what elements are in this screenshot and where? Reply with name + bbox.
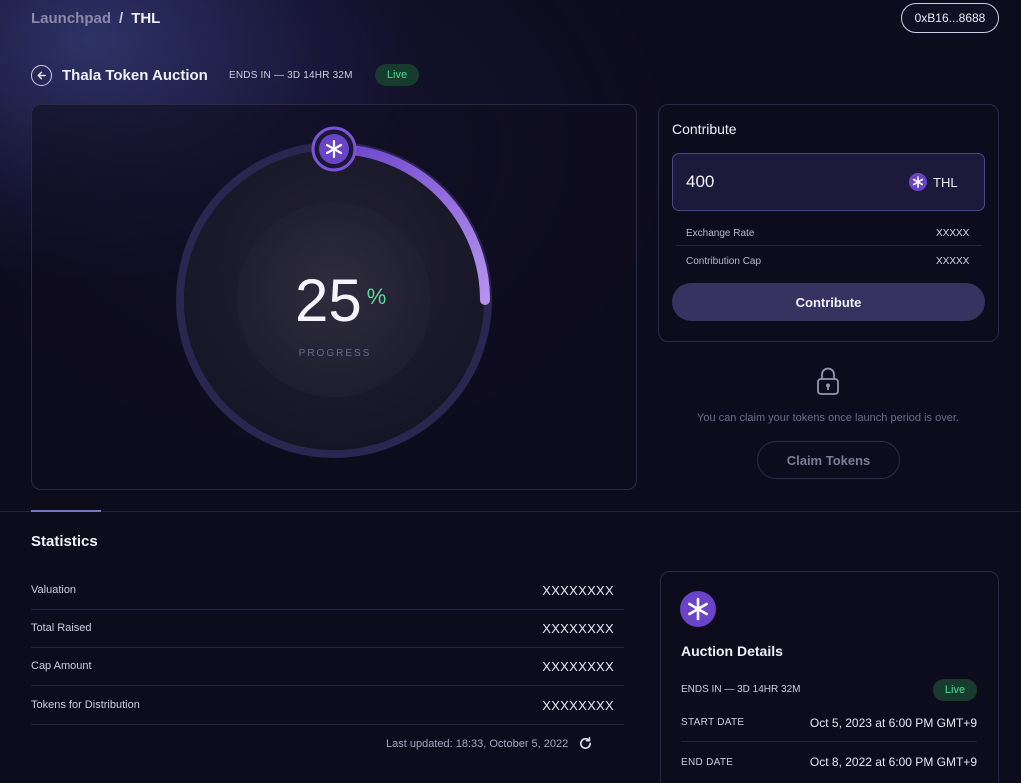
exchange-rate-label: Exchange Rate (686, 228, 755, 239)
back-button[interactable] (31, 65, 52, 86)
refresh-icon[interactable] (578, 736, 593, 751)
contribution-cap-value: XXXXX (936, 256, 970, 267)
arrow-left-icon (37, 71, 46, 80)
token-symbol: THL (933, 174, 958, 190)
stat-value: XXXXXXXX (542, 658, 614, 674)
divider (676, 245, 982, 246)
last-updated-text: Last updated: 18:33, October 5, 2022 (386, 737, 569, 750)
end-date-value: Oct 8, 2022 at 6:00 PM GMT+9 (809, 755, 977, 769)
start-date-label: START DATE (681, 717, 745, 728)
progress-percent-number: 25 (295, 267, 362, 334)
last-updated: Last updated: 18:33, October 5, 2022 (386, 736, 593, 751)
start-date-row: START DATE Oct 5, 2023 at 6:00 PM GMT+9 (681, 704, 977, 742)
thala-asterisk-icon (909, 173, 927, 191)
breadcrumb: Launchpad / THL (31, 10, 160, 27)
contribution-amount-value[interactable]: 400 (686, 172, 714, 192)
claim-message: You can claim your tokens once launch pe… (697, 412, 959, 424)
end-date-label: END DATE (681, 756, 734, 768)
lock-icon (817, 367, 839, 395)
claim-tokens-button[interactable]: Claim Tokens (757, 441, 900, 479)
auction-details-title: Auction Details (681, 643, 783, 659)
stat-row-tokens-for-distribution: Tokens for Distribution XXXXXXXX (31, 686, 624, 725)
contribute-button[interactable]: Contribute (672, 283, 985, 321)
auction-ends-in: ENDS IN — 3D 14HR 32M (681, 684, 801, 695)
progress-value: 25 % (295, 268, 386, 334)
contribution-cap-label: Contribution Cap (686, 256, 762, 267)
stat-value: XXXXXXXX (542, 620, 614, 636)
contribute-title: Contribute (672, 121, 737, 137)
stat-label: Valuation (31, 584, 77, 596)
auction-status-badge: Live (933, 679, 977, 701)
wallet-address-button[interactable]: 0xB16...8688 (901, 3, 999, 33)
progress-label: PROGRESS (298, 348, 372, 359)
stat-value: XXXXXXXX (542, 697, 614, 713)
stat-value: XXXXXXXX (542, 582, 614, 598)
stat-label: Tokens for Distribution (31, 699, 140, 711)
progress-knob (311, 126, 357, 172)
stat-row-total-raised: Total Raised XXXXXXXX (31, 609, 624, 648)
breadcrumb-separator: / (119, 10, 124, 27)
section-divider (0, 511, 1021, 512)
status-badge: Live (375, 64, 419, 86)
stat-row-valuation: Valuation XXXXXXXX (31, 571, 624, 610)
exchange-rate-value: XXXXX (936, 228, 970, 239)
active-tab-indicator (31, 510, 101, 512)
statistics-title: Statistics (31, 533, 98, 550)
stat-label: Total Raised (31, 622, 92, 634)
ends-in-countdown: ENDS IN — 3D 14HR 32M (229, 70, 353, 81)
start-date-value: Oct 5, 2023 at 6:00 PM GMT+9 (809, 715, 977, 730)
stat-label: Cap Amount (31, 660, 92, 672)
end-date-row: END DATE Oct 8, 2022 at 6:00 PM GMT+9 (681, 743, 977, 781)
thala-logo-icon (680, 591, 716, 627)
token-selector[interactable]: THL (909, 173, 958, 191)
breadcrumb-current: THL (131, 10, 161, 27)
page-title: Thala Token Auction (62, 67, 208, 84)
breadcrumb-launchpad-link[interactable]: Launchpad (31, 10, 111, 27)
stat-row-cap-amount: Cap Amount XXXXXXXX (31, 647, 624, 686)
progress-percent-sign: % (366, 284, 387, 309)
